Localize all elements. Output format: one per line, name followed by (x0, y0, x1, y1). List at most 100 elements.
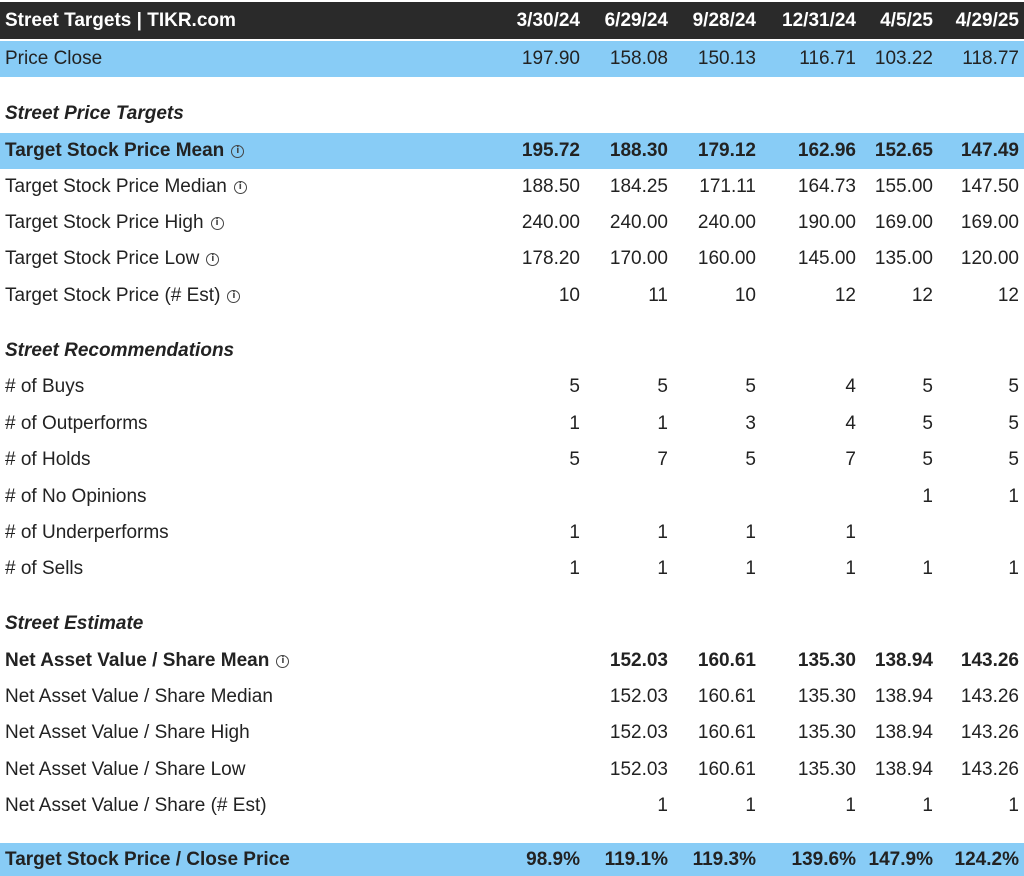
row-label: Price Close (5, 48, 103, 69)
table-cell: 119.3% (692, 848, 756, 870)
section-heading-recommendations: Street Recommendations (0, 333, 1024, 369)
period-header: 9/28/24 (692, 9, 756, 31)
row-label: Target Stock Price (# Est) i (5, 278, 241, 314)
table-cell: 160.61 (697, 686, 756, 707)
table-cell: 7 (657, 449, 668, 470)
table-cell: 240.00 (609, 212, 668, 233)
nav-share-low-row: Net Asset Value / Share Low 152.03 160.6… (0, 752, 1024, 788)
table-cell: 5 (745, 449, 756, 470)
table-cell: 138.94 (874, 686, 933, 707)
nav-share-median-row: Net Asset Value / Share Median 152.03 16… (0, 679, 1024, 715)
table-cell: 1 (569, 558, 580, 579)
row-label: Net Asset Value / Share (# Est) (5, 795, 267, 816)
table-cell: 188.50 (521, 176, 580, 197)
table-cell: 152.65 (874, 140, 933, 161)
target-est-count-row: Target Stock Price (# Est) i 10 11 10 12 … (0, 278, 1024, 314)
section-heading-price-targets: Street Price Targets (0, 96, 1024, 132)
table-cell: 4 (845, 376, 856, 397)
row-label: Target Stock Price Mean i (5, 133, 245, 169)
table-cell: 12 (911, 285, 933, 306)
table-cell: 138.94 (874, 722, 933, 743)
table-cell: 1 (657, 558, 668, 579)
table-cell: 5 (745, 376, 756, 397)
table-cell: 12 (997, 285, 1019, 306)
table-cell: 171.11 (699, 176, 756, 197)
table-cell: 145.00 (797, 248, 856, 269)
row-label: Net Asset Value / Share Median (5, 686, 273, 707)
info-icon[interactable]: i (231, 144, 245, 158)
period-header: 3/30/24 (516, 9, 580, 31)
table-cell: 5 (922, 413, 933, 434)
table-cell: 1 (657, 522, 668, 543)
table-cell: 5 (1008, 376, 1019, 397)
row-label: # of Sells (5, 558, 84, 579)
table-cell: 1 (745, 795, 756, 816)
no-opinions-row: # of No Opinions 1 1 (0, 479, 1024, 515)
info-icon[interactable]: i (227, 289, 241, 303)
table-cell: 143.26 (960, 650, 1019, 671)
table-cell: 5 (922, 449, 933, 470)
table-cell: 158.08 (609, 48, 668, 69)
row-label: Target Stock Price / Close Price (5, 848, 290, 870)
row-label: Target Stock Price Low i (5, 241, 220, 277)
table-cell: 1 (922, 486, 933, 507)
table-cell: 5 (922, 376, 933, 397)
table-cell: 11 (648, 285, 668, 306)
info-icon[interactable]: i (233, 180, 247, 194)
table-cell: 4 (845, 413, 856, 434)
table-cell: 1 (1008, 795, 1019, 816)
section-heading-estimate: Street Estimate (0, 606, 1024, 642)
price-close-row: Price Close 197.90 158.08 150.13 116.71 … (0, 41, 1024, 77)
table-cell: 139.6% (791, 848, 856, 870)
info-icon[interactable]: i (276, 654, 290, 668)
table-cell: 1 (922, 558, 933, 579)
row-label: # of Holds (5, 449, 91, 470)
table-cell: 240.00 (521, 212, 580, 233)
table-cell: 138.94 (874, 650, 933, 671)
table-cell: 152.03 (609, 650, 668, 671)
table-cell: 135.30 (797, 759, 856, 780)
table-cell: 143.26 (960, 686, 1019, 707)
target-mean-row: Target Stock Price Mean i 195.72 188.30 1… (0, 133, 1024, 169)
row-label: # of No Opinions (5, 486, 147, 507)
target-close-ratio-row: Target Stock Price / Close Price 98.9% 1… (0, 843, 1024, 876)
section-title: Street Price Targets (5, 103, 184, 124)
row-label: Net Asset Value / Share Mean i (5, 643, 290, 679)
table-cell: 179.12 (697, 140, 756, 161)
table-title: Street Targets | TIKR.com (5, 9, 236, 31)
table-cell: 1 (845, 558, 856, 579)
table-cell: 1 (845, 522, 856, 543)
table-cell: 150.13 (697, 48, 756, 69)
table-cell: 152.03 (609, 722, 668, 743)
table-cell: 120.00 (960, 248, 1019, 269)
table-cell: 10 (734, 285, 756, 306)
table-cell: 98.9% (526, 848, 580, 870)
table-cell: 1 (569, 413, 580, 434)
table-cell: 103.22 (874, 48, 933, 69)
table-cell: 169.00 (874, 212, 933, 233)
info-icon[interactable]: i (206, 252, 220, 266)
table-cell: 147.50 (960, 176, 1019, 197)
row-label: # of Outperforms (5, 413, 148, 434)
row-label: # of Buys (5, 376, 85, 397)
target-high-row: Target Stock Price High i 240.00 240.00 2… (0, 205, 1024, 241)
target-median-row: Target Stock Price Median i 188.50 184.25… (0, 169, 1024, 205)
table-cell: 160.61 (697, 759, 756, 780)
sells-row: # of Sells 1 1 1 1 1 1 (0, 551, 1024, 587)
table-header: Street Targets | TIKR.com 3/30/24 6/29/2… (0, 2, 1024, 39)
row-label: Net Asset Value / Share High (5, 722, 250, 743)
row-label: Target Stock Price High i (5, 205, 224, 241)
table-cell: 124.2% (954, 848, 1019, 870)
table-cell: 5 (657, 376, 668, 397)
table-cell: 135.30 (797, 650, 856, 671)
table-cell: 160.00 (697, 248, 756, 269)
table-cell: 135.00 (874, 248, 933, 269)
holds-row: # of Holds 5 7 5 7 5 5 (0, 442, 1024, 478)
row-label: # of Underperforms (5, 522, 169, 543)
info-icon[interactable]: i (210, 216, 224, 230)
table-cell: 3 (745, 413, 756, 434)
table-cell: 178.20 (521, 248, 580, 269)
table-cell: 135.30 (797, 722, 856, 743)
table-cell: 169.00 (960, 212, 1019, 233)
table-cell: 5 (1008, 413, 1019, 434)
